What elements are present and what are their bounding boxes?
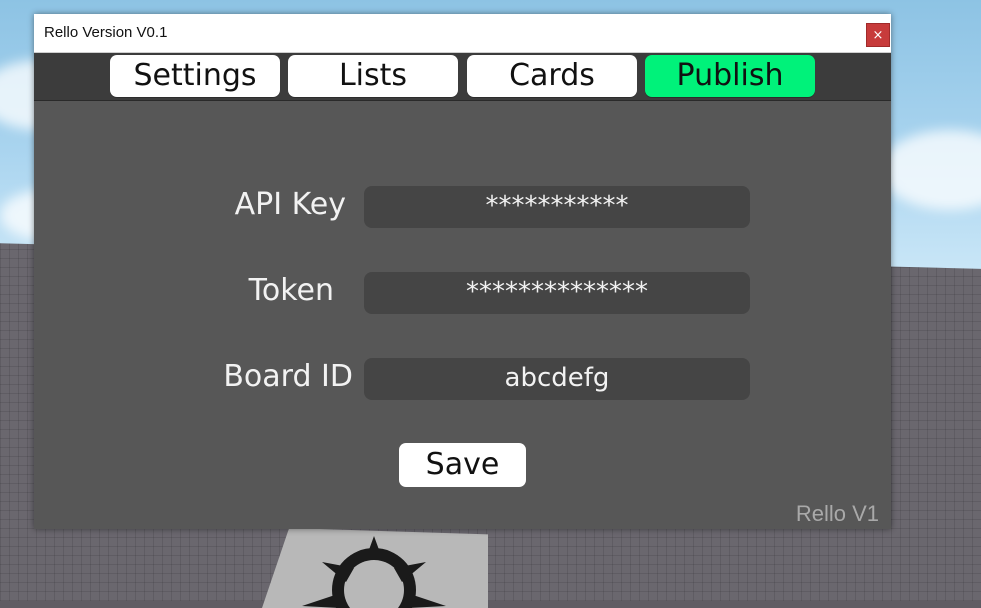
ground-decal [262,528,488,608]
close-icon: × [872,28,884,43]
api-key-label: API Key [234,187,346,222]
board-id-field[interactable]: abcdefg [364,358,750,400]
api-key-field[interactable]: *********** [364,186,750,228]
publish-panel: API Key *********** Token **************… [34,101,891,529]
version-footer: Rello V1 [795,501,879,526]
close-button[interactable]: × [866,23,890,47]
rello-window: Rello Version V0.1 × Settings Lists Card… [34,14,891,529]
tab-lists[interactable]: Lists [288,55,458,97]
tab-bar: Settings Lists Cards Publish [34,53,891,101]
token-label: Token [248,273,334,308]
window-titlebar: Rello Version V0.1 × [34,14,891,53]
save-button[interactable]: Save [399,443,526,487]
tab-settings[interactable]: Settings [110,55,280,97]
tab-cards[interactable]: Cards [467,55,637,97]
token-field[interactable]: ************** [364,272,750,314]
tab-publish[interactable]: Publish [645,55,815,97]
window-title: Rello Version V0.1 [44,24,168,41]
board-id-label: Board ID [223,359,353,394]
